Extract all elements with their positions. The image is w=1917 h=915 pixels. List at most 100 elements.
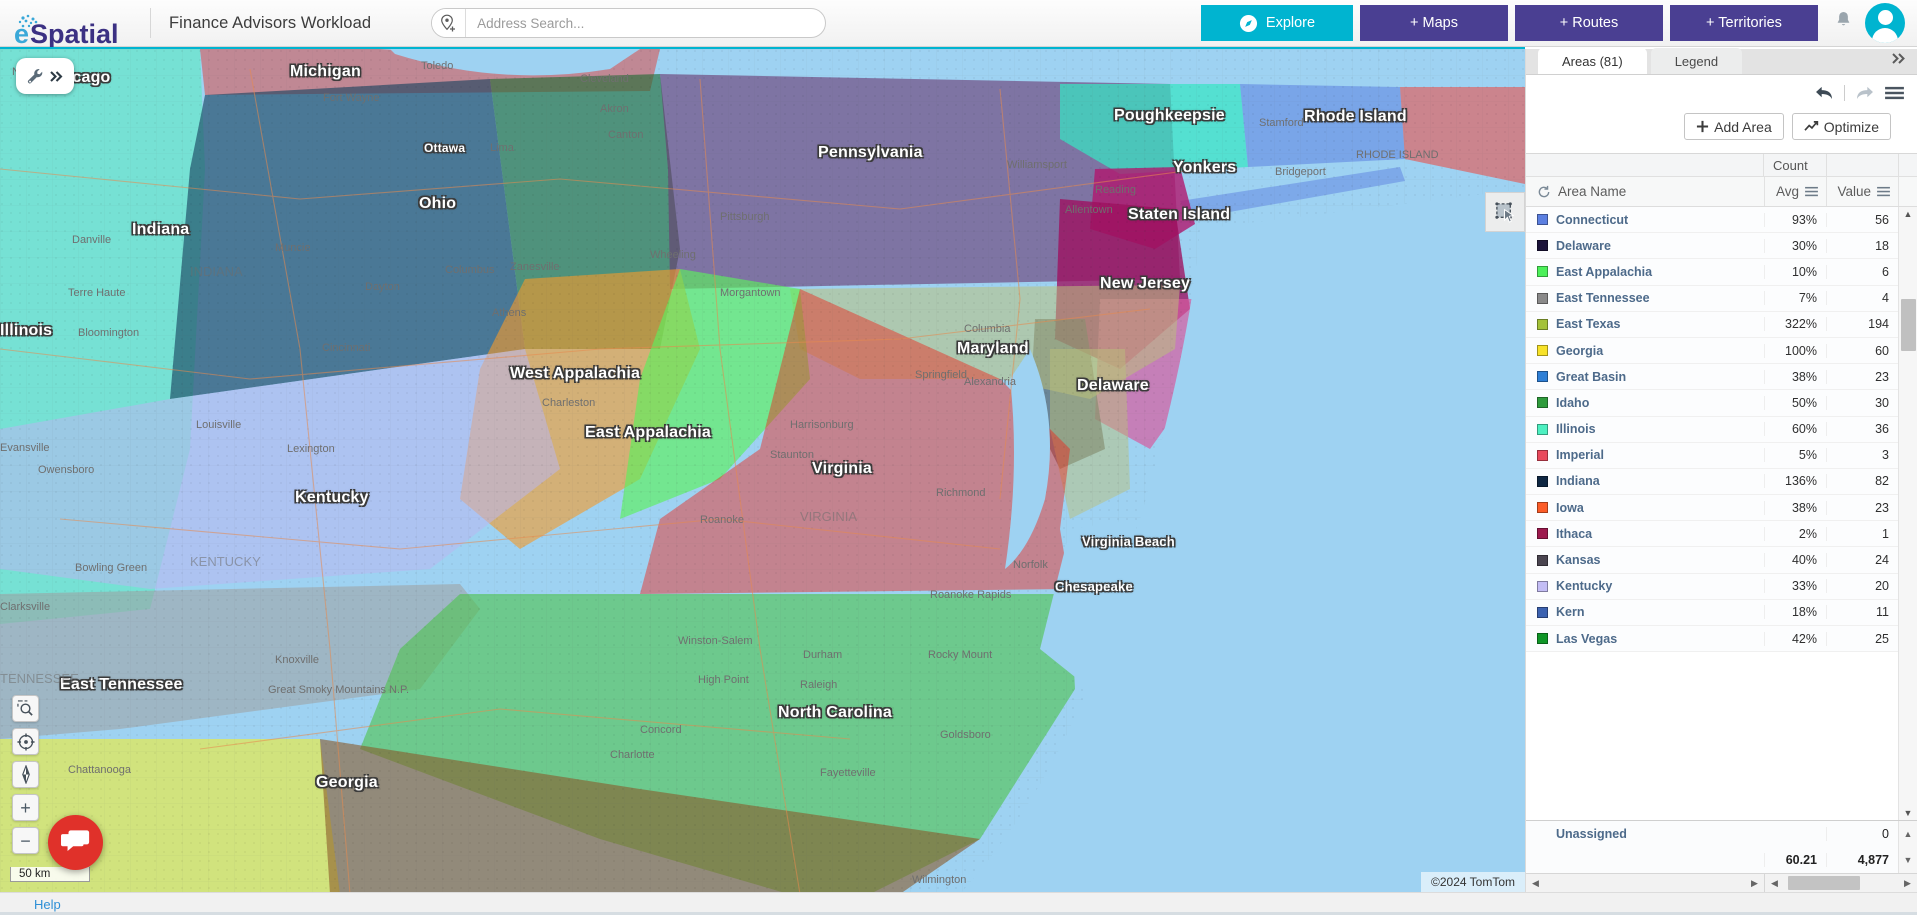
table-row[interactable]: Imperial 5% 3 [1526,442,1898,469]
redo-arrow-icon[interactable] [1855,85,1874,101]
area-name[interactable]: Illinois [1548,422,1764,436]
table-row[interactable]: Connecticut 93% 56 [1526,207,1898,234]
unassigned-row[interactable]: Unassigned 0 ▲ [1526,821,1917,847]
area-name[interactable]: Delaware [1548,239,1764,253]
area-color-swatch[interactable] [1537,318,1548,330]
table-horizontal-scrollbars[interactable]: ◀ ▶ ◀ ▶ [1526,873,1917,892]
area-color-swatch[interactable] [1537,371,1548,383]
vertical-scroll-track[interactable] [1899,221,1917,806]
explore-button[interactable]: Explore [1201,5,1353,41]
table-row[interactable]: Illinois 60% 36 [1526,416,1898,443]
hscroll-left-arrow-icon[interactable]: ◀ [1526,878,1545,889]
area-color-swatch[interactable] [1537,423,1548,435]
add-maps-button[interactable]: + Maps [1360,5,1508,41]
tab-legend[interactable]: Legend [1650,48,1743,74]
zoom-out-button[interactable]: − [12,827,39,854]
area-color-swatch[interactable] [1537,633,1548,645]
table-row[interactable]: Kentucky 33% 20 [1526,573,1898,600]
area-name[interactable]: East Texas [1548,317,1764,331]
hscroll-right-arrow-icon[interactable]: ▶ [1745,878,1764,889]
add-territories-button[interactable]: + Territories [1670,5,1818,41]
area-color-swatch[interactable] [1537,345,1548,357]
vertical-scroll-thumb[interactable] [1901,299,1916,351]
area-name[interactable]: Great Basin [1548,370,1764,384]
hscroll2-left-arrow-icon[interactable]: ◀ [1765,878,1784,889]
area-name[interactable]: Idaho [1548,396,1764,410]
table-row[interactable]: Great Basin 38% 23 [1526,364,1898,391]
compass-button[interactable] [12,761,39,788]
search-input[interactable] [466,10,826,36]
espatial-logo[interactable]: e Spatial [14,0,132,47]
area-name[interactable]: Kern [1548,605,1764,619]
table-row[interactable]: Georgia 100% 60 [1526,337,1898,365]
map-pin-add-icon[interactable] [432,9,467,37]
area-color-swatch[interactable] [1537,214,1548,226]
user-avatar-icon[interactable] [1865,3,1905,43]
area-color-swatch[interactable] [1537,580,1548,592]
hscroll-right-segment[interactable]: ◀ ▶ [1764,874,1917,892]
table-rows[interactable]: Connecticut 93% 56 Delaware 30% 18 East Appala… [1526,207,1898,820]
column-avg[interactable]: Avg [1764,177,1826,206]
area-name[interactable]: East Appalachia [1548,265,1764,279]
territory-map[interactable]: Chicago Michigan Illinois Indiana Ohio Ottawa… [0,47,1525,892]
area-color-swatch[interactable] [1537,266,1548,278]
zoom-to-area-button[interactable] [12,695,39,722]
area-color-swatch[interactable] [1537,240,1548,252]
table-row[interactable]: Kern 18% 11 [1526,599,1898,626]
add-area-button[interactable]: Add Area [1684,113,1784,140]
table-vertical-scrollbar[interactable]: ▲ ▼ [1898,207,1917,820]
table-row[interactable]: Las Vegas 42% 25 [1526,626,1898,653]
map-canvas[interactable] [0,49,1525,892]
area-name[interactable]: Imperial [1548,448,1764,462]
table-row[interactable]: Kansas 40% 24 [1526,547,1898,574]
table-row[interactable]: East Texas 322% 194 [1526,311,1898,338]
hscroll-left-track[interactable] [1545,874,1745,892]
area-name[interactable]: Indiana [1548,474,1764,488]
lasso-select-icon[interactable] [1485,192,1525,232]
hscroll2-right-arrow-icon[interactable]: ▶ [1898,878,1917,889]
table-row[interactable]: East Tennessee 7% 4 [1526,285,1898,312]
hscroll-left-segment[interactable]: ◀ ▶ [1526,874,1764,892]
scroll-up-arrow-icon[interactable]: ▲ [1899,207,1917,221]
recenter-button[interactable] [12,728,39,755]
help-link[interactable]: Help [34,897,61,912]
map-tools-widget[interactable] [16,58,74,94]
footer-scroll-down-icon[interactable]: ▼ [1898,847,1917,873]
table-row[interactable]: Iowa 38% 23 [1526,495,1898,522]
area-name[interactable]: Iowa [1548,501,1764,515]
hscroll-right-thumb[interactable] [1788,876,1860,890]
area-name[interactable]: Georgia [1548,344,1764,358]
area-name[interactable]: Kansas [1548,553,1764,567]
area-name[interactable]: Ithaca [1548,527,1764,541]
collapse-panel-icon[interactable] [1892,52,1907,74]
column-value[interactable]: Value [1826,177,1898,206]
footer-scroll-up-icon[interactable]: ▲ [1898,821,1917,847]
add-routes-button[interactable]: + Routes [1515,5,1663,41]
table-row[interactable]: Ithaca 2% 1 [1526,521,1898,548]
area-name[interactable]: East Tennessee [1548,291,1764,305]
area-color-swatch[interactable] [1537,502,1548,514]
address-search-bar[interactable] [431,8,827,38]
table-row[interactable]: East Appalachia 10% 6 [1526,259,1898,286]
notification-bell-icon[interactable] [1834,10,1853,36]
area-color-swatch[interactable] [1537,449,1548,461]
optimize-button[interactable]: Optimize [1791,113,1891,140]
chat-bubble-icon[interactable] [48,815,103,870]
area-name[interactable]: Connecticut [1548,213,1764,227]
area-color-swatch[interactable] [1537,606,1548,618]
table-row[interactable]: Delaware 30% 18 [1526,233,1898,260]
column-area-name[interactable]: Area Name [1526,184,1764,199]
area-color-swatch[interactable] [1537,397,1548,409]
scroll-down-arrow-icon[interactable]: ▼ [1899,806,1917,820]
hamburger-menu-icon[interactable] [1884,85,1905,101]
area-color-swatch[interactable] [1537,475,1548,487]
area-color-swatch[interactable] [1537,292,1548,304]
area-color-swatch[interactable] [1537,554,1548,566]
hscroll-right-track[interactable] [1784,874,1898,892]
area-color-swatch[interactable] [1537,528,1548,540]
zoom-in-button[interactable]: + [12,794,39,821]
area-name[interactable]: Kentucky [1548,579,1764,593]
table-row[interactable]: Idaho 50% 30 [1526,390,1898,417]
tab-areas[interactable]: Areas (81) [1538,48,1647,74]
undo-arrow-icon[interactable] [1815,85,1834,101]
